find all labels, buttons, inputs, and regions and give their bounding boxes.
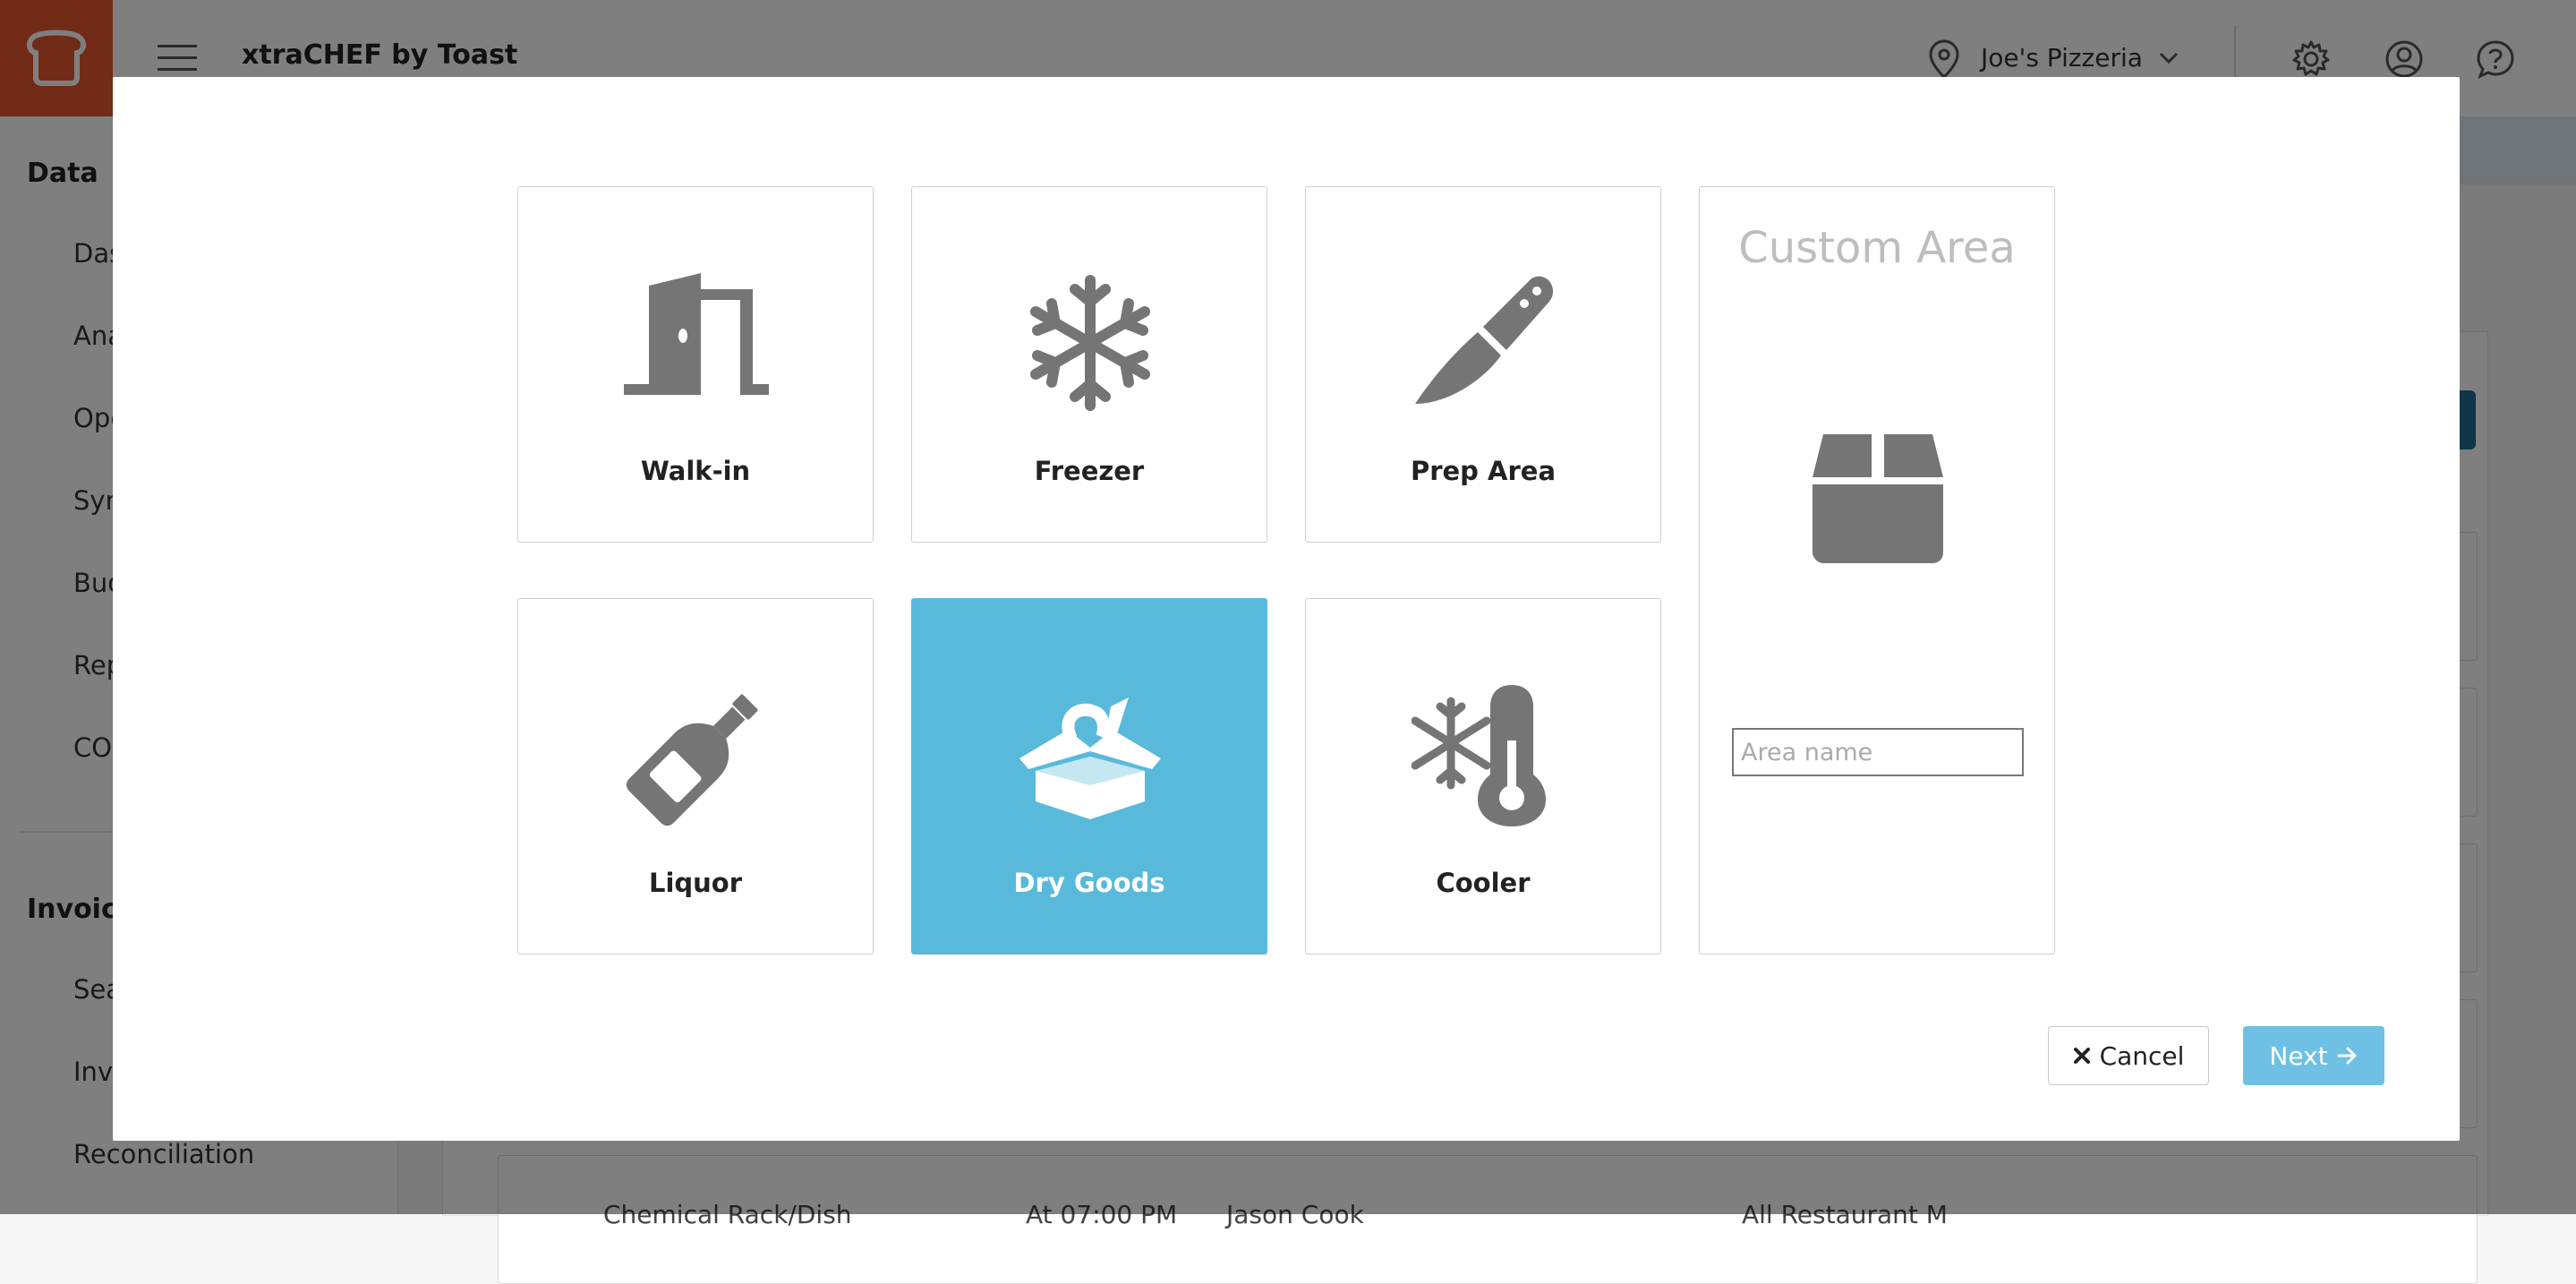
- tile-label: Walk-in: [640, 456, 751, 486]
- tile-walk-in[interactable]: Walk-in: [517, 186, 874, 543]
- close-icon: [2073, 1048, 2090, 1064]
- choose-area-modal: Walk-in Freezer Prep Area Liquor Dry Goo…: [113, 77, 2460, 1141]
- tile-label: Cooler: [1436, 868, 1531, 898]
- custom-area-title: Custom Area: [1738, 223, 2016, 273]
- tile-freezer[interactable]: Freezer: [911, 186, 1267, 543]
- bottle-icon: [626, 694, 758, 826]
- tile-cooler[interactable]: Cooler: [1305, 598, 1661, 954]
- tile-liquor[interactable]: Liquor: [517, 598, 874, 954]
- open-box-icon: [1019, 698, 1161, 819]
- snowflake-icon: [1030, 275, 1150, 411]
- tile-label: Dry Goods: [1013, 868, 1165, 898]
- tile-label: Freezer: [1034, 456, 1145, 486]
- closed-box-icon: [1813, 434, 1943, 563]
- tile-label: Prep Area: [1410, 456, 1557, 486]
- door-icon: [624, 273, 769, 395]
- arrow-right-icon: [2337, 1047, 2357, 1065]
- tile-prep-area[interactable]: Prep Area: [1305, 186, 1661, 543]
- cancel-button[interactable]: Cancel: [2048, 1026, 2209, 1085]
- area-name-input[interactable]: [1732, 728, 2024, 776]
- tile-label: Liquor: [648, 868, 743, 898]
- next-button[interactable]: Next: [2243, 1026, 2384, 1085]
- tile-dry-goods[interactable]: Dry Goods: [911, 598, 1267, 954]
- tile-custom-area[interactable]: Custom Area: [1699, 186, 2055, 954]
- cancel-button-label: Cancel: [2099, 1040, 2185, 1071]
- thermometer-snowflake-icon: [1412, 685, 1546, 826]
- next-button-label: Next: [2269, 1040, 2328, 1071]
- knife-icon: [1415, 276, 1554, 404]
